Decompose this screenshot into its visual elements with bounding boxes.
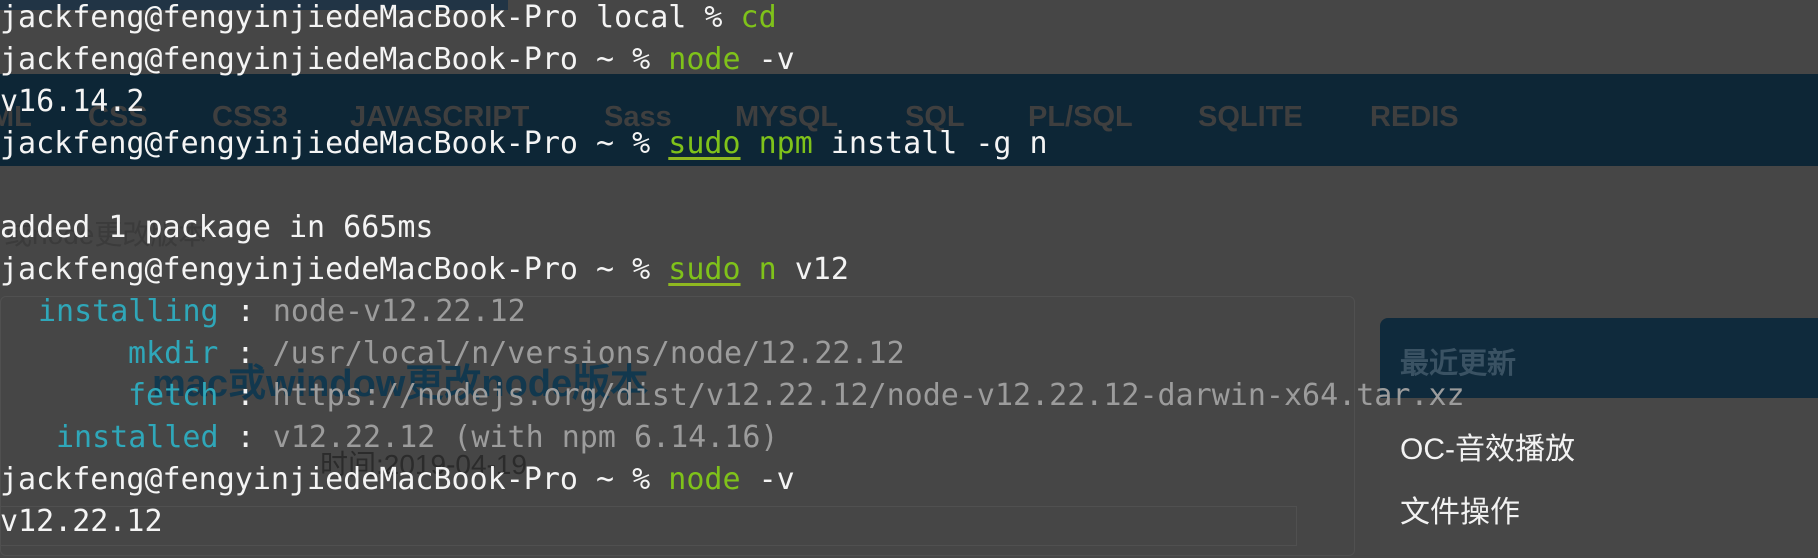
prompt-symbol: % [632,252,651,287]
command: npm [758,126,813,161]
command-args: -v [758,462,795,497]
terminal-output-line: added 1 package in 665ms [0,210,434,245]
terminal-line: jackfeng@fengyinjiedeMacBook-Pro local %… [0,0,777,39]
log-separator: : [236,294,255,329]
prompt-symbol: % [632,42,651,77]
prompt-dir: ~ [596,126,615,161]
prompt-symbol: % [632,126,651,161]
terminal-line: jackfeng@fengyinjiedeMacBook-Pro ~ % sud… [0,123,1048,165]
terminal-line: jackfeng@fengyinjiedeMacBook-Pro ~ % sud… [0,249,849,291]
command: node [668,462,741,497]
log-value: v12.22.12 (with npm 6.14.16) [272,420,779,455]
log-separator: : [236,378,255,413]
prompt-user: jackfeng@fengyinjiedeMacBook-Pro [0,462,578,497]
terminal-output-line: v12.22.12 [0,504,163,539]
install-log-line: mkdir : /usr/local/n/versions/node/12.22… [128,333,905,375]
prompt-user: jackfeng@fengyinjiedeMacBook-Pro [0,252,578,287]
log-value: https://nodejs.org/dist/v12.22.12/node-v… [272,378,1465,413]
log-value: /usr/local/n/versions/node/12.22.12 [272,336,905,371]
prompt-dir: ~ [596,42,615,77]
prompt-user: jackfeng@fengyinjiedeMacBook-Pro [0,0,578,35]
prompt-dir: ~ [596,252,615,287]
prompt-symbol: % [632,462,651,497]
prompt-symbol: % [704,0,723,35]
log-label: installed [56,420,219,455]
command-args: v12 [794,252,849,287]
command-args: -v [758,42,795,77]
log-label: installing [38,294,219,329]
log-value: node-v12.22.12 [272,294,526,329]
prompt-dir: local [596,0,687,35]
sudo-keyword: sudo [668,252,741,287]
prompt-dir: ~ [596,462,615,497]
terminal-line: jackfeng@fengyinjiedeMacBook-Pro ~ % nod… [0,39,795,81]
terminal-output-line: v16.14.2 [0,84,145,119]
command: n [758,252,777,287]
command: node [668,42,741,77]
log-separator: : [236,420,255,455]
install-log-line: installed : v12.22.12 (with npm 6.14.16) [56,417,778,459]
command: cd [740,0,777,35]
command-args: install -g n [830,126,1048,161]
log-label: mkdir [128,336,219,371]
prompt-user: jackfeng@fengyinjiedeMacBook-Pro [0,42,578,77]
log-label: fetch [128,378,219,413]
log-separator: : [236,336,255,371]
terminal-line: jackfeng@fengyinjiedeMacBook-Pro ~ % nod… [0,459,795,501]
sudo-keyword: sudo [668,126,741,161]
install-log-line: fetch : https://nodejs.org/dist/v12.22.1… [128,375,1465,417]
terminal-output: jackfeng@fengyinjiedeMacBook-Pro local %… [0,0,1818,542]
install-log-line: installing : node-v12.22.12 [38,291,526,333]
prompt-user: jackfeng@fengyinjiedeMacBook-Pro [0,126,578,161]
